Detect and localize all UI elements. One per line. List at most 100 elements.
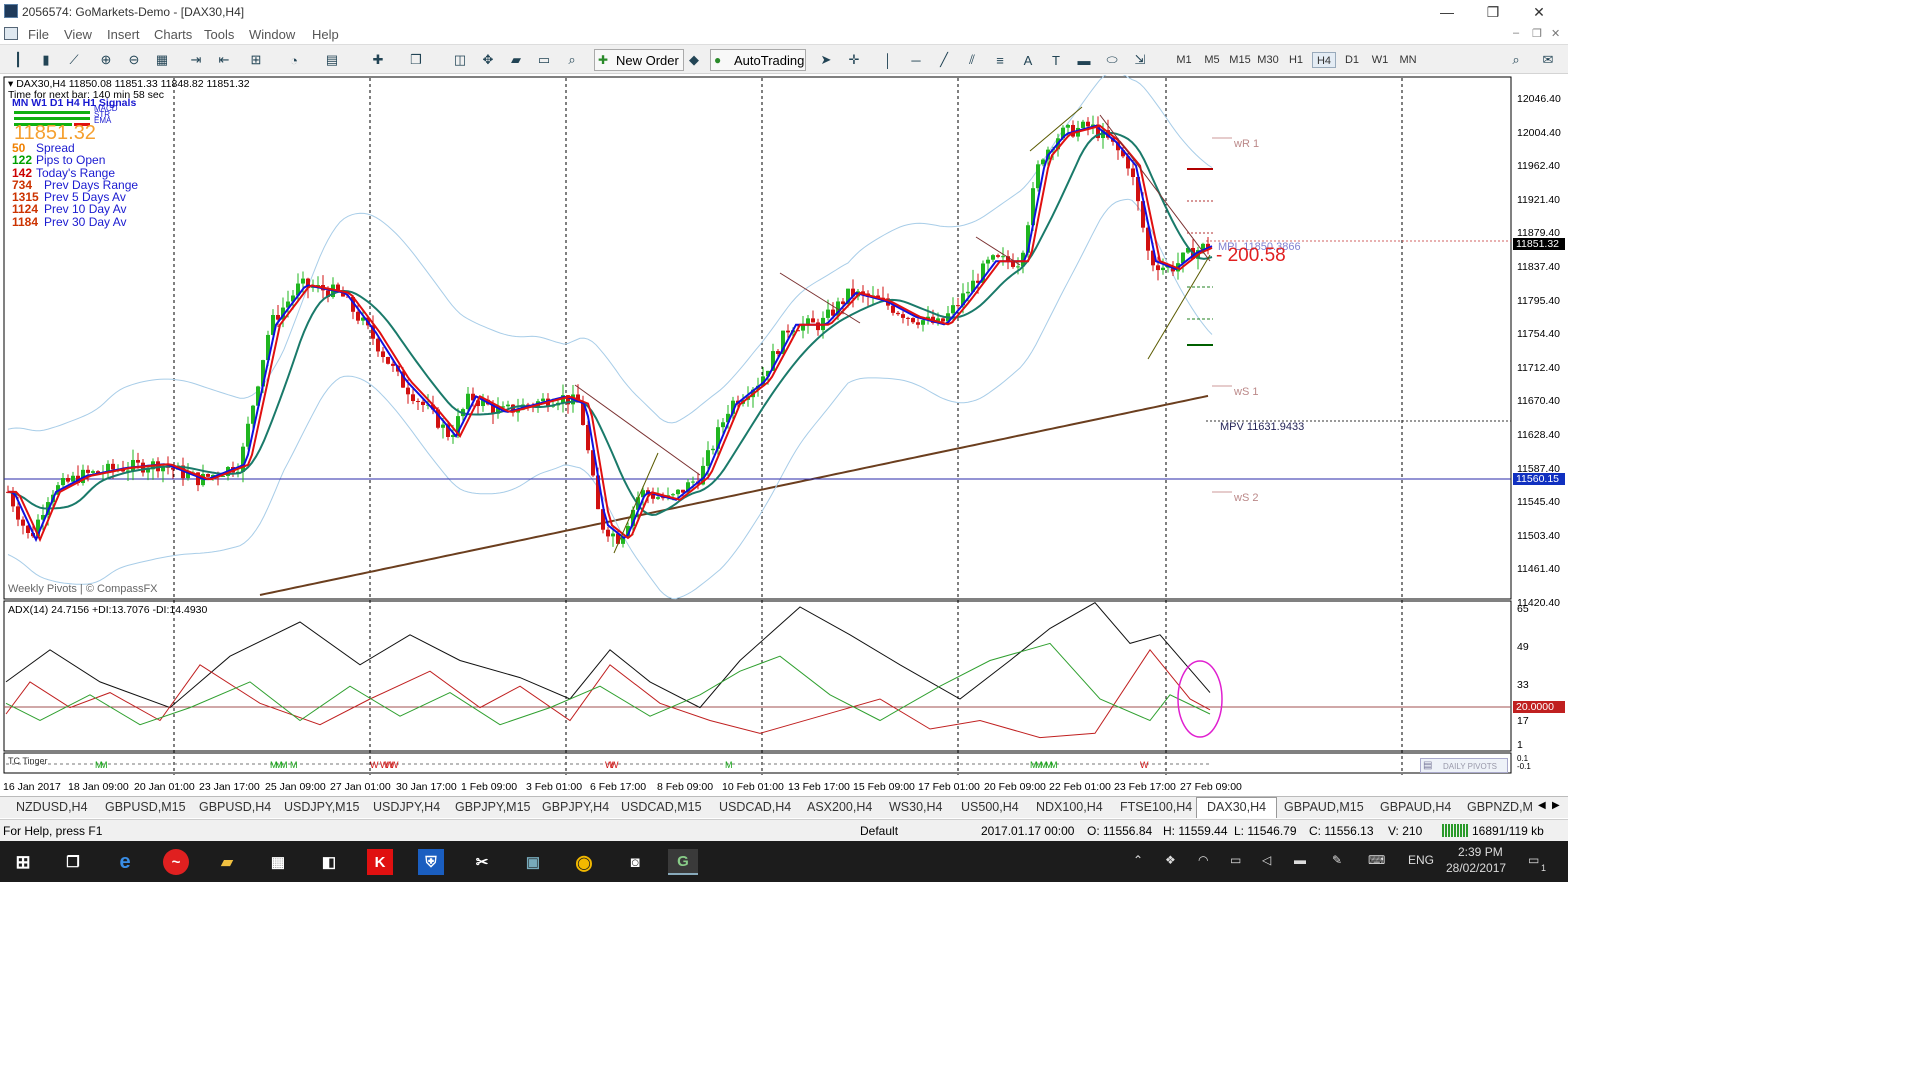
folder-icon[interactable]: ▰ bbox=[506, 50, 526, 70]
menu-insert[interactable]: Insert bbox=[107, 27, 140, 42]
rectangle-icon[interactable]: ▬ bbox=[1074, 50, 1094, 70]
chart-window-icon[interactable] bbox=[4, 27, 18, 40]
menu-help[interactable]: Help bbox=[312, 27, 339, 42]
fibonacci-icon[interactable]: ≡ bbox=[990, 50, 1010, 70]
pen-icon[interactable]: ✎ bbox=[1332, 853, 1342, 867]
tf-m1[interactable]: M1 bbox=[1172, 52, 1196, 68]
tab-dax30-h4[interactable]: DAX30,H4 bbox=[1196, 797, 1278, 818]
clock-date[interactable]: 28/02/2017 bbox=[1446, 861, 1506, 875]
store-icon[interactable]: ◧ bbox=[316, 849, 342, 875]
search-icon[interactable]: ⌕ bbox=[1506, 50, 1526, 70]
battery-icon[interactable]: ▭ bbox=[1230, 853, 1241, 867]
task-view-icon[interactable]: ❐ bbox=[60, 849, 86, 875]
tab-gbpjpy-h4[interactable]: GBPJPY,H4 bbox=[542, 800, 609, 814]
dropbox-icon[interactable]: ❖ bbox=[1165, 853, 1176, 867]
chart-window[interactable]: MMMMMMMMMMMMWWWWWWW ▾ DAX30,H4 11850.08 … bbox=[0, 75, 1568, 795]
text-tool-icon[interactable]: A bbox=[1018, 50, 1038, 70]
tf-m5[interactable]: M5 bbox=[1200, 52, 1224, 68]
volume-icon[interactable]: ◁ bbox=[1262, 853, 1271, 867]
daily-pivots-button[interactable]: ▤ DAILY PIVOTS bbox=[1420, 758, 1508, 773]
snipping-tool-icon[interactable]: ✂ bbox=[469, 849, 495, 875]
cursor-icon[interactable]: ➤ bbox=[816, 50, 836, 70]
status-profile[interactable]: Default bbox=[860, 824, 898, 838]
tf-h1[interactable]: H1 bbox=[1284, 52, 1308, 68]
menu-view[interactable]: View bbox=[64, 27, 92, 42]
child-restore-icon[interactable]: ❐ bbox=[1532, 27, 1542, 40]
chrome-icon[interactable]: ◉ bbox=[571, 849, 597, 875]
wifi-icon[interactable]: ◠ bbox=[1198, 853, 1208, 867]
tab-ftse100-h4[interactable]: FTSE100,H4 bbox=[1120, 800, 1192, 814]
remote-desktop-icon[interactable]: ▣ bbox=[520, 849, 546, 875]
language-indicator[interactable]: ENG bbox=[1408, 853, 1434, 867]
tf-m30[interactable]: M30 bbox=[1256, 52, 1280, 68]
tray-chevron-icon[interactable]: ⌃ bbox=[1133, 853, 1143, 867]
tab-usdcad-m15[interactable]: USDCAD,M15 bbox=[621, 800, 702, 814]
navigator-icon[interactable]: ✥ bbox=[478, 50, 498, 70]
menu-charts[interactable]: Charts bbox=[154, 27, 192, 42]
calculator-icon[interactable]: ▦ bbox=[265, 849, 291, 875]
zoom-in-icon[interactable]: ⊕ bbox=[96, 50, 116, 70]
price-chart[interactable]: MM MMM M M MMMMMW WWW WW W bbox=[0, 75, 1568, 795]
menu-file[interactable]: File bbox=[28, 27, 49, 42]
terminal-icon[interactable]: ▭ bbox=[534, 50, 554, 70]
shield-icon[interactable]: ⛨ bbox=[418, 849, 444, 875]
time-axis[interactable]: 16 Jan 2017 18 Jan 09:00 20 Jan 01:00 23 Ja… bbox=[0, 778, 1511, 794]
price-axis[interactable]: 12046.40 12004.40 11962.40 11921.40 1187… bbox=[1517, 83, 1561, 621]
candlestick-icon[interactable]: ▮ bbox=[36, 50, 56, 70]
tab-us500-h4[interactable]: US500,H4 bbox=[961, 800, 1019, 814]
zoom-out-icon[interactable]: ⊖ bbox=[124, 50, 144, 70]
tf-h4[interactable]: H4 bbox=[1312, 52, 1336, 68]
tab-ndx100-h4[interactable]: NDX100,H4 bbox=[1036, 800, 1103, 814]
tab-usdjpy-m15[interactable]: USDJPY,M15 bbox=[284, 800, 360, 814]
tab-nzdusd-h4[interactable]: NZDUSD,H4 bbox=[16, 800, 88, 814]
tab-gbpjpy-m15[interactable]: GBPJPY,M15 bbox=[455, 800, 531, 814]
tab-scroll-left-icon[interactable]: ◀ bbox=[1538, 800, 1546, 811]
line-chart-icon[interactable]: ⟋ bbox=[64, 50, 84, 70]
vertical-line-icon[interactable]: │ bbox=[878, 50, 898, 70]
tab-asx200-h4[interactable]: ASX200,H4 bbox=[807, 800, 872, 814]
horizontal-line-icon[interactable]: ─ bbox=[906, 50, 926, 70]
tab-scroll-right-icon[interactable]: ▶ bbox=[1552, 800, 1560, 811]
new-chart-icon[interactable]: ✚ bbox=[368, 50, 388, 70]
close-button[interactable]: ✕ bbox=[1516, 2, 1562, 22]
restore-button[interactable]: ❐ bbox=[1470, 2, 1516, 22]
periods-icon[interactable]: ◔ bbox=[284, 50, 304, 70]
text-label-icon[interactable]: T bbox=[1046, 50, 1066, 70]
tab-usdcad-h4[interactable]: USDCAD,H4 bbox=[719, 800, 791, 814]
tile-windows-icon[interactable]: ▦ bbox=[152, 50, 172, 70]
power-icon[interactable]: ▬ bbox=[1294, 853, 1306, 867]
menu-tools[interactable]: Tools bbox=[204, 27, 234, 42]
tf-d1[interactable]: D1 bbox=[1340, 52, 1364, 68]
profiles-icon[interactable]: ❒ bbox=[406, 50, 426, 70]
tab-usdjpy-h4[interactable]: USDJPY,H4 bbox=[373, 800, 440, 814]
child-close-icon[interactable]: ✕ bbox=[1551, 27, 1560, 40]
tf-mn[interactable]: MN bbox=[1396, 52, 1420, 68]
auto-scroll-icon[interactable]: ⇥ bbox=[186, 50, 206, 70]
chart-shift-icon[interactable]: ⇤ bbox=[214, 50, 234, 70]
clock-time[interactable]: 2:39 PM bbox=[1458, 845, 1503, 859]
child-minimize-icon[interactable]: – bbox=[1513, 27, 1519, 39]
ellipse-icon[interactable]: ⬭ bbox=[1102, 50, 1122, 70]
metatrader-icon[interactable]: G bbox=[668, 849, 698, 875]
windows-start-icon[interactable]: ⊞ bbox=[10, 849, 36, 875]
kaspersky-icon[interactable]: K bbox=[367, 849, 393, 875]
tf-m15[interactable]: M15 bbox=[1228, 52, 1252, 68]
templates-icon[interactable]: ▤ bbox=[322, 50, 342, 70]
bar-chart-icon[interactable]: ┃ bbox=[8, 50, 28, 70]
notifications-icon[interactable]: ▭ bbox=[1528, 853, 1539, 867]
menu-window[interactable]: Window bbox=[249, 27, 295, 42]
file-explorer-icon[interactable]: ▰ bbox=[214, 849, 240, 875]
tab-gbpnzd-m[interactable]: GBPNZD,M bbox=[1467, 800, 1533, 814]
metaeditor-icon[interactable]: ◆ bbox=[684, 50, 704, 70]
keyboard-icon[interactable]: ⌨ bbox=[1368, 853, 1385, 867]
tf-w1[interactable]: W1 bbox=[1368, 52, 1392, 68]
minimize-button[interactable]: — bbox=[1424, 2, 1470, 22]
crosshair-icon[interactable]: ✛ bbox=[844, 50, 864, 70]
edge-icon[interactable]: e bbox=[112, 849, 138, 875]
indicators-icon[interactable]: ⊞ bbox=[246, 50, 266, 70]
tab-gbpaud-m15[interactable]: GBPAUD,M15 bbox=[1284, 800, 1364, 814]
tab-gbpusd-m15[interactable]: GBPUSD,M15 bbox=[105, 800, 186, 814]
channel-icon[interactable]: ⫽ bbox=[962, 50, 982, 70]
camera-icon[interactable]: ◙ bbox=[622, 849, 648, 875]
strategy-tester-icon[interactable]: ⌕ bbox=[562, 50, 582, 70]
